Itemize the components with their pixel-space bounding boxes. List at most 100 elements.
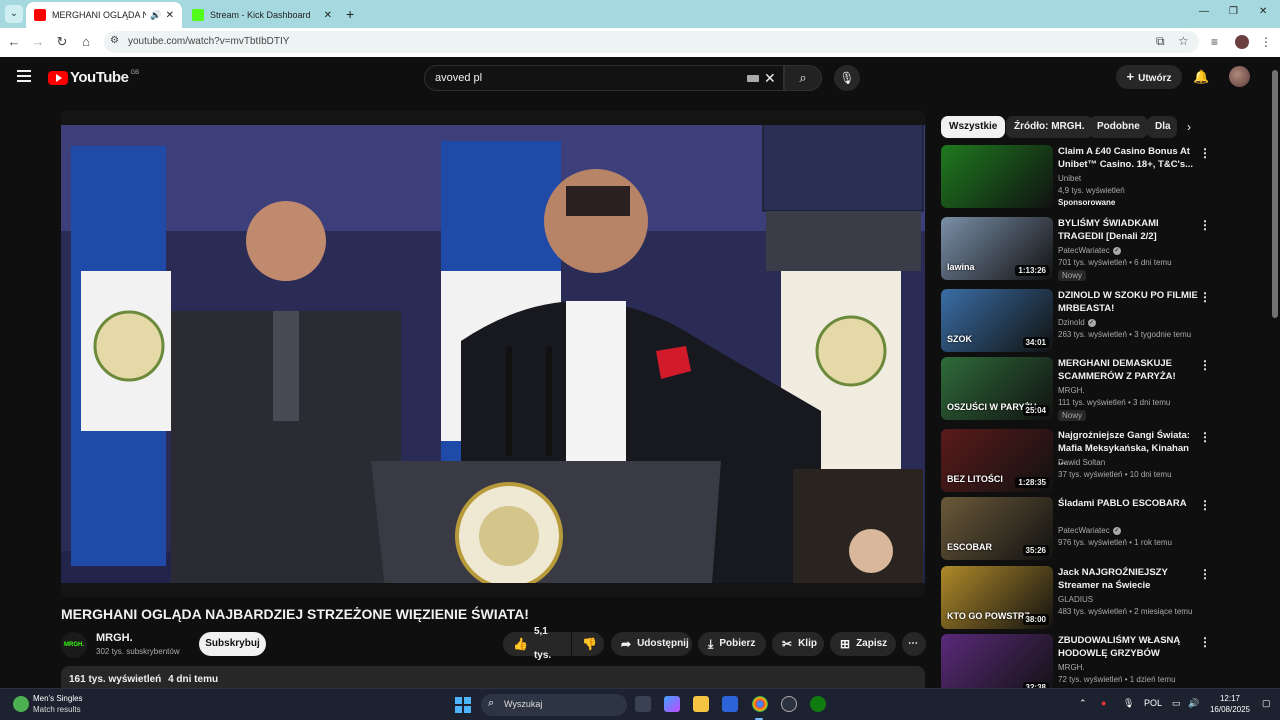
reading-list-icon[interactable]: ≡ bbox=[1211, 35, 1218, 49]
recommendation-title[interactable]: DZINOLD W SZOKU PO FILMIE MRBEASTA! bbox=[1058, 289, 1198, 315]
more-vert-icon[interactable]: ⋮ bbox=[1199, 498, 1211, 512]
chevron-right-icon[interactable]: › bbox=[1187, 120, 1191, 134]
search-button[interactable]: ⌕ bbox=[784, 65, 822, 91]
widget-subtitle[interactable]: Match results bbox=[33, 705, 81, 714]
reload-icon[interactable]: ↻ bbox=[54, 34, 70, 50]
recommendation-channel[interactable]: Dawid Soltan bbox=[1058, 458, 1105, 467]
more-vert-icon[interactable]: ⋮ bbox=[1199, 218, 1211, 232]
widget-tennis-icon[interactable] bbox=[13, 696, 29, 712]
more-vert-icon[interactable]: ⋮ bbox=[1199, 635, 1211, 649]
keyboard-icon[interactable] bbox=[747, 75, 759, 82]
channel-label[interactable]: PatecWariatec bbox=[1058, 246, 1110, 255]
home-icon[interactable]: ⌂ bbox=[78, 34, 94, 49]
create-button[interactable]: + Utwórz bbox=[1116, 65, 1182, 89]
tab-search-dropdown-icon[interactable]: ⌄ bbox=[5, 5, 23, 23]
channel-label[interactable]: GLADIUS bbox=[1058, 595, 1093, 604]
video-thumbnail[interactable]: lawina 1:13:26 bbox=[941, 217, 1053, 280]
clip-button[interactable]: ✂ Klip bbox=[772, 632, 824, 656]
channel-label[interactable]: Unibet bbox=[1058, 174, 1081, 183]
account-avatar[interactable] bbox=[1229, 66, 1250, 87]
description-box[interactable]: 161 tys. wyświetleń 4 dni temu bbox=[61, 666, 925, 690]
channel-label[interactable]: Dzinold bbox=[1058, 318, 1085, 327]
address-bar[interactable]: ⚙ youtube.com/watch?v=mvTbtIbDTIY ⧉ ☆ bbox=[104, 31, 1199, 53]
close-window-icon[interactable]: ✕ bbox=[1259, 6, 1267, 17]
channel-label[interactable]: PatecWariatec bbox=[1058, 526, 1110, 535]
recommendation-channel[interactable]: GLADIUS bbox=[1058, 595, 1093, 604]
taskbar-search[interactable]: ⌕ Wyszukaj bbox=[481, 694, 627, 716]
channel-label[interactable]: Dawid Soltan bbox=[1058, 458, 1105, 467]
app-icon[interactable] bbox=[781, 696, 797, 712]
recommendation-item[interactable]: ESCOBAR 35:26 Śladami PABLO ESCOBARA PatecW… bbox=[941, 497, 1271, 563]
recommendation-title[interactable]: ZBUDOWALIŚMY WŁASNĄ HODOWLĘ GRZYBÓW bbox=[1058, 634, 1198, 660]
network-icon[interactable]: ▭ bbox=[1172, 698, 1181, 709]
url-text[interactable]: youtube.com/watch?v=mvTbtIbDTIY bbox=[128, 36, 289, 47]
recommendation-title[interactable]: Claim A £40 Casino Bonus At Unibet™ Casi… bbox=[1058, 145, 1198, 171]
recommendation-channel[interactable]: PatecWariatec ✓ bbox=[1058, 246, 1121, 255]
video-thumbnail[interactable]: ESCOBAR 35:26 bbox=[941, 497, 1053, 560]
file-explorer-icon[interactable] bbox=[693, 696, 709, 712]
dislike-button[interactable]: 👎 bbox=[572, 632, 604, 656]
back-icon[interactable]: ← bbox=[6, 34, 22, 49]
copilot-icon[interactable] bbox=[664, 696, 680, 712]
recommendation-channel[interactable]: MRGH. bbox=[1058, 663, 1085, 672]
recommendation-channel[interactable]: PatecWariatec ✓ bbox=[1058, 526, 1121, 535]
more-vert-icon[interactable]: ⋮ bbox=[1199, 430, 1211, 444]
voice-search-button[interactable]: 🎙 bbox=[834, 65, 860, 91]
recommendation-item[interactable]: KTO GO POWSTRZ 38:00 Jack NAJGROŹNIEJSZY S… bbox=[941, 566, 1271, 632]
more-vert-icon[interactable]: ⋮ bbox=[1199, 567, 1211, 581]
video-thumbnail[interactable] bbox=[941, 145, 1053, 208]
download-button[interactable]: ⤓ Pobierz bbox=[698, 632, 766, 656]
chrome-icon[interactable] bbox=[752, 696, 768, 712]
video-thumbnail[interactable]: SZOK 34:01 bbox=[941, 289, 1053, 352]
clock[interactable]: 12:17 16/08/2025 bbox=[1206, 693, 1254, 715]
recommendation-item[interactable]: SZOK 34:01 DZINOLD W SZOKU PO FILMIE MRBEA… bbox=[941, 289, 1271, 355]
video-thumbnail[interactable]: OSZUŚCI W PARYŻU 25:04 bbox=[941, 357, 1053, 420]
widget-title[interactable]: Men's Singles bbox=[33, 694, 83, 703]
channel-label[interactable]: MRGH. bbox=[1058, 663, 1085, 672]
page-scrollbar[interactable] bbox=[1272, 70, 1278, 318]
tab-kick-dashboard[interactable]: Stream - Kick Dashboard ✕ bbox=[184, 2, 340, 28]
task-view-icon[interactable] bbox=[635, 696, 651, 712]
chip-related[interactable]: Podobne bbox=[1089, 116, 1148, 138]
hamburger-menu-icon[interactable] bbox=[17, 70, 31, 82]
forward-icon[interactable]: → bbox=[30, 34, 46, 49]
tray-app-icon[interactable]: ● bbox=[1101, 698, 1106, 708]
video-player[interactable] bbox=[61, 111, 925, 597]
recommendation-title[interactable]: Jack NAJGROŹNIEJSZY Streamer na Świecie bbox=[1058, 566, 1198, 592]
minimize-icon[interactable]: — bbox=[1199, 6, 1209, 17]
search-input[interactable] bbox=[435, 70, 735, 86]
notification-icon[interactable]: ▢ bbox=[1262, 698, 1271, 709]
video-thumbnail[interactable]: BEZ LITOŚCI 1:28:35 bbox=[941, 429, 1053, 492]
browser-profile-avatar[interactable] bbox=[1235, 35, 1249, 49]
share-button[interactable]: ➦ Udostępnij bbox=[611, 632, 692, 656]
like-button[interactable]: 👍 5,1 tys. bbox=[503, 626, 571, 661]
site-info-icon[interactable]: ⚙ bbox=[110, 35, 119, 46]
microphone-icon[interactable]: 🎙 bbox=[1123, 698, 1134, 709]
recommendation-title[interactable]: MERGHANI DEMASKUJE SCAMMERÓW Z PARYŻA! bbox=[1058, 357, 1198, 383]
youtube-logo[interactable]: YouTube GB bbox=[48, 69, 139, 86]
channel-avatar[interactable]: MRGH. bbox=[61, 632, 87, 658]
notifications-bell-icon[interactable]: 🔔 bbox=[1193, 69, 1209, 85]
channel-name[interactable]: MRGH. bbox=[96, 632, 133, 644]
close-tab-icon[interactable]: ✕ bbox=[166, 10, 174, 21]
install-app-icon[interactable]: ⧉ bbox=[1156, 34, 1165, 49]
video-thumbnail[interactable]: KTO GO POWSTRZ 38:00 bbox=[941, 566, 1053, 629]
recommendation-channel[interactable]: Dzinold ✓ bbox=[1058, 318, 1096, 327]
recommendation-item[interactable]: lawina 1:13:26 BYLIŚMY ŚWIADKAMI TRAGEDII … bbox=[941, 217, 1271, 283]
volume-icon[interactable]: 🔊 bbox=[1188, 698, 1199, 709]
language-indicator[interactable]: POL bbox=[1144, 698, 1162, 708]
recommendation-channel[interactable]: Unibet bbox=[1058, 174, 1081, 183]
recommendation-title[interactable]: Śladami PABLO ESCOBARA bbox=[1058, 497, 1198, 510]
tab-youtube-video[interactable]: MERGHANI OGLĄDA NAJBARDZIEJ STRZEŻONE WI… bbox=[26, 2, 182, 28]
more-actions-button[interactable]: ⋯ bbox=[902, 632, 926, 656]
recommendation-item[interactable]: OSZUŚCI W PARYŻU 25:04 MERGHANI DEMASKUJE … bbox=[941, 357, 1271, 423]
save-button[interactable]: ⊞ Zapisz bbox=[830, 632, 896, 656]
recommendation-item[interactable]: Claim A £40 Casino Bonus At Unibet™ Casi… bbox=[941, 145, 1271, 211]
xbox-icon[interactable] bbox=[810, 696, 826, 712]
restore-icon[interactable]: ❐ bbox=[1229, 6, 1238, 17]
more-vert-icon[interactable]: ⋮ bbox=[1199, 146, 1211, 160]
channel-label[interactable]: MRGH. bbox=[1058, 386, 1085, 395]
chip-from-channel[interactable]: Źródło: MRGH. bbox=[1006, 116, 1093, 138]
recommendation-channel[interactable]: MRGH. bbox=[1058, 386, 1085, 395]
bookmark-star-icon[interactable]: ☆ bbox=[1178, 34, 1189, 48]
